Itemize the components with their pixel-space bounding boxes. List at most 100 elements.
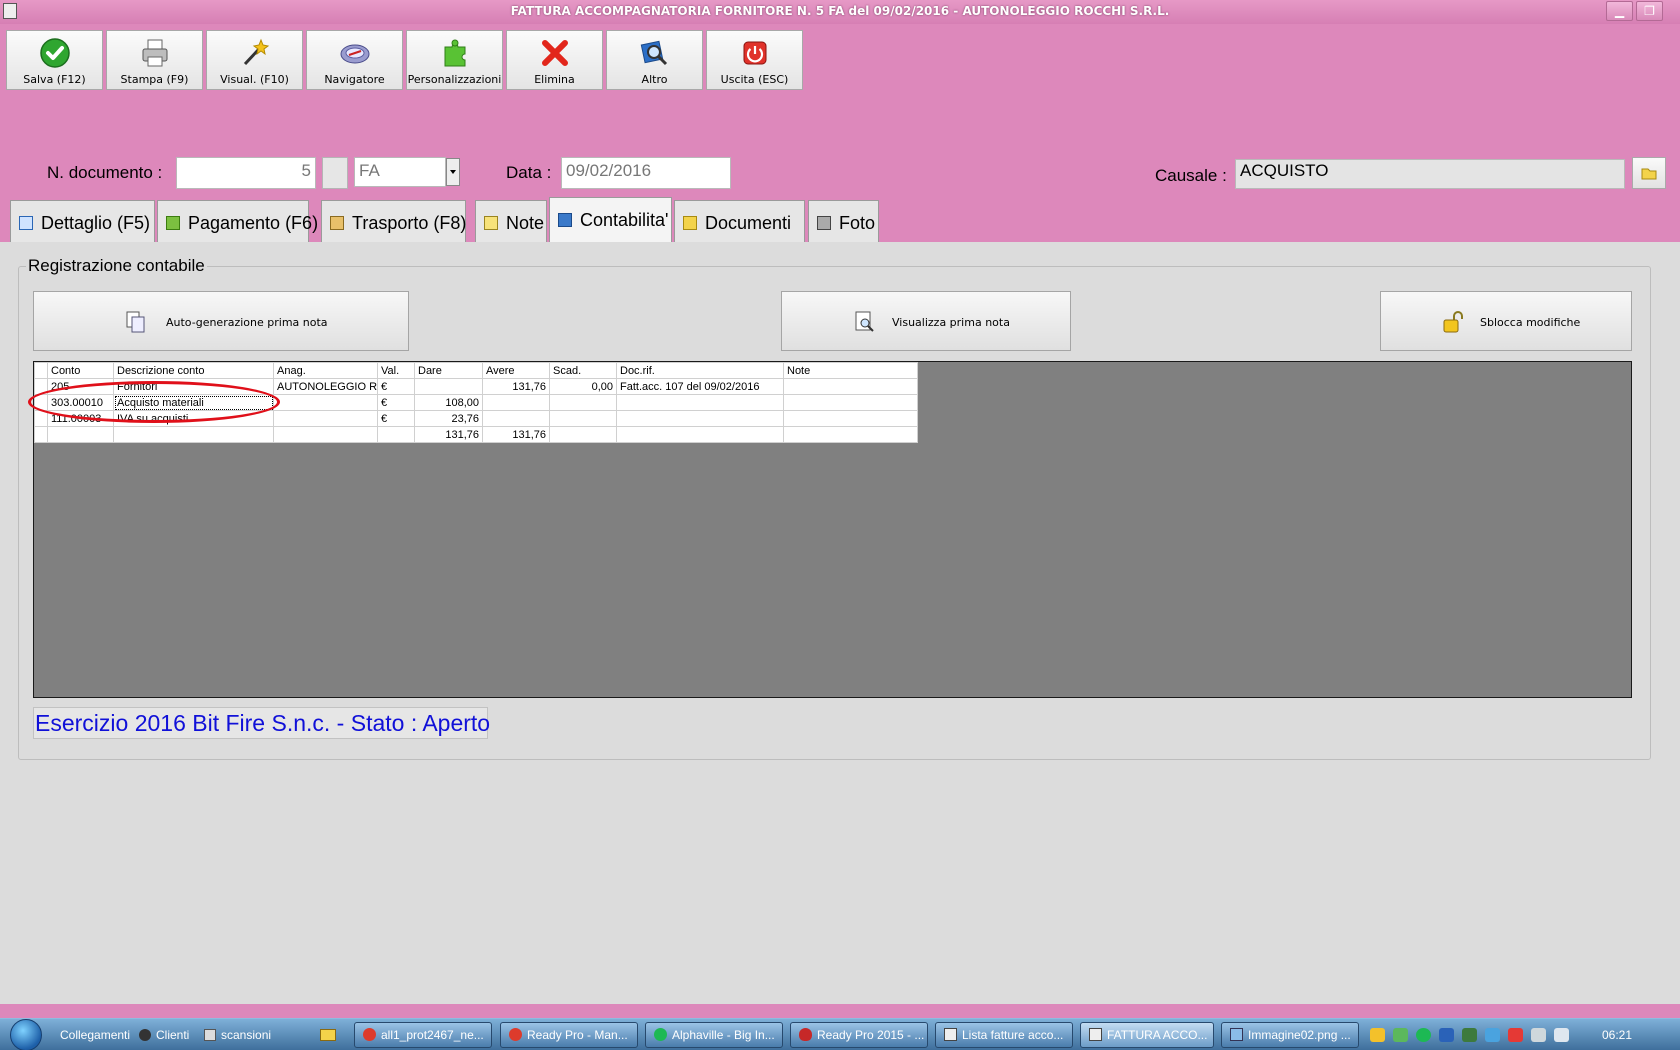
cell-avere[interactable]: 131,76 [482, 378, 550, 395]
row-indicator[interactable] [34, 410, 48, 427]
view-prima-nota-button[interactable]: Visualizza prima nota [781, 291, 1071, 351]
cell-val[interactable]: € [377, 394, 415, 411]
causale-browse-button[interactable] [1632, 157, 1666, 189]
taskbar-item[interactable]: Lista fatture acco... [935, 1022, 1073, 1048]
cell-note[interactable] [783, 378, 918, 395]
date-label: Data : [506, 163, 552, 182]
tray-icon-shield[interactable] [1439, 1028, 1454, 1042]
taskbar-item[interactable]: Ready Pro 2015 - ... [790, 1022, 928, 1048]
date-field[interactable]: 09/02/2016 [561, 157, 731, 189]
cell-descrizione[interactable]: Fornitori [113, 378, 274, 395]
column-header[interactable]: Val. [377, 362, 415, 379]
cell-note[interactable] [783, 410, 918, 427]
cell-avere[interactable] [482, 394, 550, 411]
restore-button[interactable]: ❐ [1636, 1, 1663, 21]
taskbar-item[interactable]: FATTURA ACCO... [1080, 1022, 1214, 1048]
auto-generate-button[interactable]: Auto-generazione prima nota [33, 291, 409, 351]
readypro-icon [799, 1028, 812, 1041]
taskbar-item[interactable]: Alphaville - Big In... [645, 1022, 783, 1048]
cell-docrif[interactable] [616, 394, 784, 411]
table-row[interactable]: 111.00003 IVA su acquisti € 23,76 [34, 410, 918, 427]
start-button[interactable] [6, 1019, 46, 1050]
customizations-button[interactable]: Personalizzazioni [406, 30, 503, 90]
tray-icon-monitor[interactable] [1462, 1028, 1477, 1042]
cell-anag[interactable] [273, 410, 378, 427]
explorer-button[interactable] [320, 1028, 341, 1042]
row-indicator[interactable] [34, 394, 48, 411]
tray-icon-network-warning[interactable] [1508, 1028, 1523, 1042]
cell-dare[interactable]: 23,76 [414, 410, 483, 427]
causale-field[interactable]: ACQUISTO [1235, 159, 1625, 189]
cell-conto[interactable]: 205 [47, 378, 114, 395]
window-titlebar[interactable]: FATTURA ACCOMPAGNATORIA FORNITORE N. 5 F… [0, 0, 1680, 24]
column-header[interactable]: Dare [414, 362, 483, 379]
print-button[interactable]: Stampa (F9) [106, 30, 203, 90]
unlock-button[interactable]: Sblocca modifiche [1380, 291, 1632, 351]
cell-anag[interactable] [273, 394, 378, 411]
tray-icon-power[interactable] [1531, 1028, 1546, 1042]
cell-docrif[interactable] [616, 410, 784, 427]
column-header[interactable]: Avere [482, 362, 550, 379]
cell-avere[interactable] [482, 410, 550, 427]
quicklaunch-scansioni[interactable]: scansioni [204, 1028, 271, 1042]
tray-icon-volume[interactable] [1554, 1028, 1569, 1042]
journal-grid[interactable]: Conto Descrizione conto Anag. Val. Dare … [34, 362, 918, 443]
doc-number-spin-button[interactable] [322, 157, 348, 189]
tray-icon-chat[interactable] [1393, 1028, 1408, 1042]
cell-dare[interactable] [414, 378, 483, 395]
cell-scad[interactable]: 0,00 [549, 378, 617, 395]
cell-conto[interactable]: 303.00010 [47, 394, 114, 411]
column-header[interactable]: Doc.rif. [616, 362, 784, 379]
cell-val[interactable]: € [377, 378, 415, 395]
tab-detail[interactable]: Dettaglio (F5) [10, 200, 155, 242]
cell-scad[interactable] [549, 410, 617, 427]
minimize-button[interactable]: ▁ [1606, 1, 1633, 21]
tray-icon-tool[interactable] [1485, 1028, 1500, 1042]
tray-icon-folder[interactable] [1370, 1028, 1385, 1042]
taskbar-item[interactable]: Ready Pro - Man... [500, 1022, 638, 1048]
tab-notes[interactable]: Note [475, 200, 547, 242]
exit-button[interactable]: Uscita (ESC) [706, 30, 803, 90]
tab-accounting[interactable]: Contabilita' [549, 197, 672, 242]
table-row[interactable]: 303.00010 Acquisto materiali € 108,00 [34, 394, 918, 411]
grid-header-row: Conto Descrizione conto Anag. Val. Dare … [34, 362, 918, 379]
series-dropdown-button[interactable] [446, 158, 460, 186]
column-header[interactable]: Conto [47, 362, 114, 379]
tab-photo[interactable]: Foto [808, 200, 879, 242]
tab-detail-label: Dettaglio (F5) [41, 213, 151, 233]
taskbar-clock[interactable]: 06:21 [1602, 1028, 1632, 1042]
table-row[interactable]: 205 Fornitori AUTONOLEGGIO RO € 131,76 0… [34, 378, 918, 395]
quicklaunch-collegamenti[interactable]: Collegamenti [60, 1028, 130, 1042]
column-header[interactable]: Scad. [549, 362, 617, 379]
cell-descrizione[interactable]: Acquisto materiali [113, 394, 274, 411]
delete-button[interactable]: Elimina [506, 30, 603, 90]
navigator-button[interactable]: Navigatore [306, 30, 403, 90]
column-header[interactable]: Note [783, 362, 918, 379]
tab-documents[interactable]: Documenti [674, 200, 805, 242]
preview-button[interactable]: Visual. (F10) [206, 30, 303, 90]
cell-dare[interactable]: 108,00 [414, 394, 483, 411]
windows-taskbar: Collegamenti Clienti scansioni all1_prot… [0, 1018, 1680, 1050]
column-header[interactable]: Descrizione conto [113, 362, 274, 379]
tab-accounting-label: Contabilita' [580, 210, 669, 230]
cell-val[interactable]: € [377, 410, 415, 427]
taskbar-item[interactable]: Immagine02.png ... [1221, 1022, 1359, 1048]
tab-transport[interactable]: Trasporto (F8) [321, 200, 466, 242]
cell-descrizione[interactable]: IVA su acquisti [113, 410, 274, 427]
row-indicator-header [34, 362, 48, 379]
column-header[interactable]: Anag. [273, 362, 378, 379]
cell-scad[interactable] [549, 394, 617, 411]
taskbar-item[interactable]: all1_prot2467_ne... [354, 1022, 492, 1048]
quicklaunch-clienti[interactable]: Clienti [139, 1028, 189, 1042]
tab-payment[interactable]: Pagamento (F6) [157, 200, 318, 242]
tray-icon-spotify[interactable] [1416, 1028, 1431, 1042]
row-indicator[interactable] [34, 378, 48, 395]
series-select[interactable]: FA [354, 157, 446, 187]
cell-anag[interactable]: AUTONOLEGGIO RO [273, 378, 378, 395]
cell-docrif[interactable]: Fatt.acc. 107 del 09/02/2016 [616, 378, 784, 395]
cell-note[interactable] [783, 394, 918, 411]
doc-number-field[interactable]: 5 [176, 157, 316, 189]
save-button[interactable]: Salva (F12) [6, 30, 103, 90]
cell-conto[interactable]: 111.00003 [47, 410, 114, 427]
other-button[interactable]: Altro [606, 30, 703, 90]
